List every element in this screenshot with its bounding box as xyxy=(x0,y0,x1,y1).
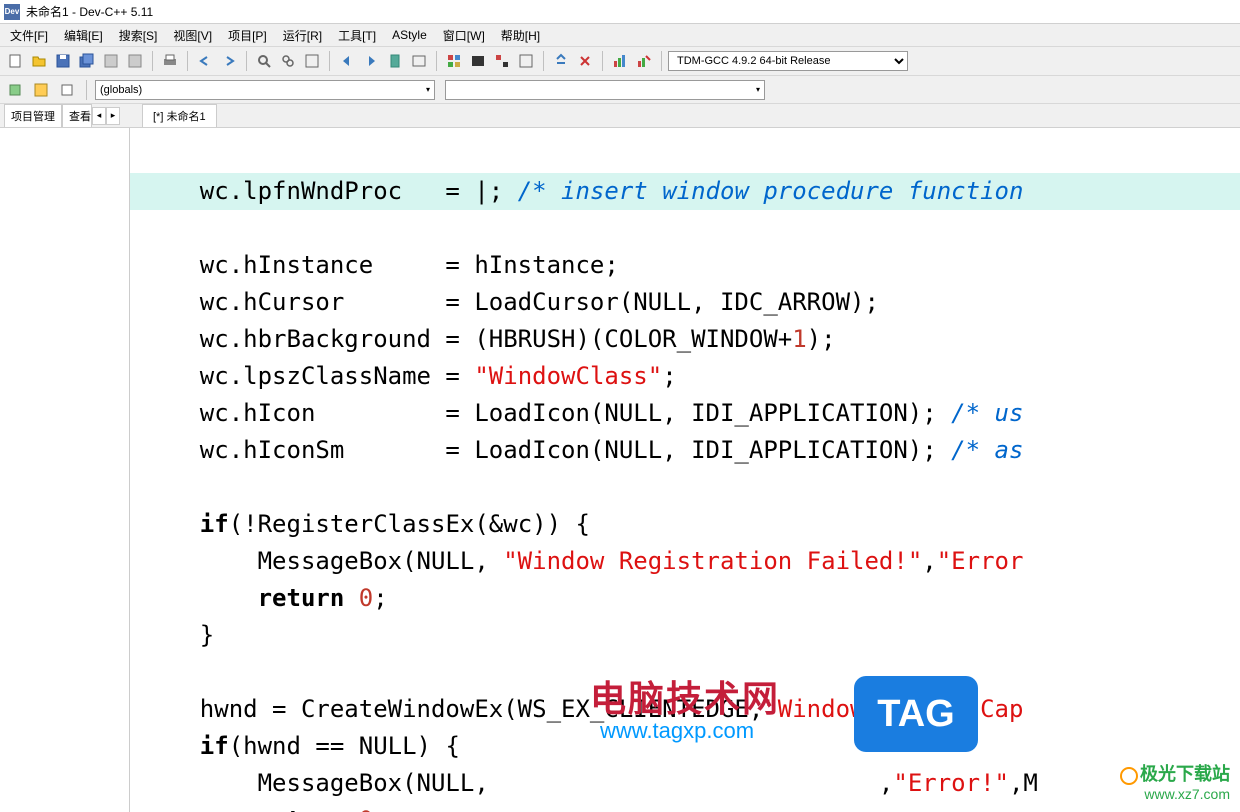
menu-edit[interactable]: 编辑[E] xyxy=(58,25,109,46)
menu-help[interactable]: 帮助[H] xyxy=(495,25,546,46)
app-icon: Dev xyxy=(4,4,20,20)
find-in-files-button[interactable] xyxy=(301,50,323,72)
tab-scroll-right[interactable]: ▸ xyxy=(106,107,120,125)
save-button[interactable] xyxy=(52,50,74,72)
watermark-tag-badge: TAG xyxy=(854,676,978,752)
swirl-icon xyxy=(1120,767,1138,785)
stop-button[interactable] xyxy=(574,50,596,72)
menu-project[interactable]: 项目[P] xyxy=(222,25,273,46)
goto-next-button[interactable] xyxy=(360,50,382,72)
save-all-button[interactable] xyxy=(76,50,98,72)
watermark-site1-cn: 电脑技术网 xyxy=(590,670,780,722)
menu-search[interactable]: 搜索[S] xyxy=(113,25,164,46)
menu-view[interactable]: 视图[V] xyxy=(167,25,218,46)
profile-button[interactable] xyxy=(609,50,631,72)
menu-tools[interactable]: 工具[T] xyxy=(332,25,382,46)
title-bar: Dev 未命名1 - Dev-C++ 5.11 xyxy=(0,0,1240,24)
replace-button[interactable] xyxy=(277,50,299,72)
compiler-select[interactable]: TDM-GCC 4.9.2 64-bit Release xyxy=(668,51,908,71)
insert-class-button[interactable] xyxy=(30,79,52,101)
close-button[interactable] xyxy=(124,50,146,72)
print-button[interactable] xyxy=(159,50,181,72)
menu-file[interactable]: 文件[F] xyxy=(4,25,54,46)
tab-project-manage[interactable]: 项目管理 xyxy=(4,104,62,127)
bookmark-button[interactable] xyxy=(384,50,406,72)
debug-button[interactable] xyxy=(550,50,572,72)
undo-button[interactable] xyxy=(194,50,216,72)
menu-run[interactable]: 运行[R] xyxy=(277,25,328,46)
compile-run-button[interactable] xyxy=(491,50,513,72)
menu-astyle[interactable]: AStyle xyxy=(386,26,433,44)
redo-button[interactable] xyxy=(218,50,240,72)
menu-window[interactable]: 窗口[W] xyxy=(437,25,491,46)
project-sidebar[interactable] xyxy=(0,128,130,812)
tab-scroll-left[interactable]: ◂ xyxy=(92,107,106,125)
save-as-button[interactable] xyxy=(100,50,122,72)
class-button[interactable] xyxy=(56,79,78,101)
new-class-button[interactable] xyxy=(4,79,26,101)
compile-button[interactable] xyxy=(443,50,465,72)
new-file-button[interactable] xyxy=(4,50,26,72)
run-button[interactable] xyxy=(467,50,489,72)
class-toolbar: (globals)▾ ▾ xyxy=(0,76,1240,104)
watermark-site1-url: www.tagxp.com xyxy=(600,718,754,744)
open-button[interactable] xyxy=(28,50,50,72)
menu-bar: 文件[F] 编辑[E] 搜索[S] 视图[V] 项目[P] 运行[R] 工具[T… xyxy=(0,24,1240,46)
find-button[interactable] xyxy=(253,50,275,72)
symbol-combo[interactable]: ▾ xyxy=(445,80,765,100)
goto-line-button[interactable] xyxy=(408,50,430,72)
tab-view-classes[interactable]: 查看 xyxy=(62,104,92,127)
file-tab-unnamed1[interactable]: [*] 未命名1 xyxy=(142,104,217,127)
main-toolbar: TDM-GCC 4.9.2 64-bit Release xyxy=(0,46,1240,76)
tabs-row: 项目管理 查看 ◂ ▸ [*] 未命名1 xyxy=(0,104,1240,128)
goto-prev-button[interactable] xyxy=(336,50,358,72)
rebuild-button[interactable] xyxy=(515,50,537,72)
window-title: 未命名1 - Dev-C++ 5.11 xyxy=(26,3,153,20)
watermark-site2: 极光下载站 www.xz7.com xyxy=(1120,760,1230,802)
delete-profile-button[interactable] xyxy=(633,50,655,72)
scope-combo[interactable]: (globals)▾ xyxy=(95,80,435,100)
